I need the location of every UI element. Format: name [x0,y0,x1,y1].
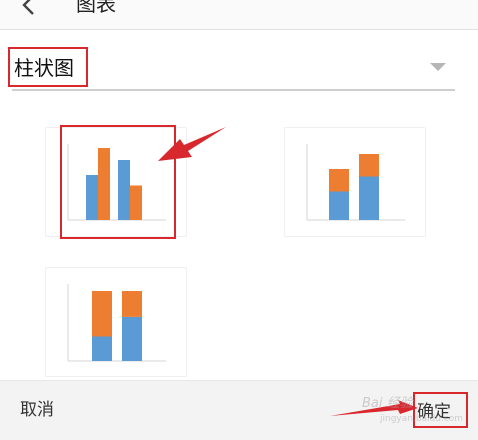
annotation-highlight-select [8,47,88,87]
chevron-left-icon[interactable] [14,0,44,20]
page-title: 图表 [76,0,116,16]
bar-c2-s2 [359,154,379,177]
bar-c1-s2 [329,169,349,192]
percent-stacked-bar-chart [67,284,166,362]
stacked-bar-chart [306,144,405,221]
watermark-text: Bai 经验 [362,396,413,411]
select-underline [12,89,455,91]
header-bar: 图表 [0,0,478,30]
bar-c2-s1 [359,176,379,220]
cancel-button[interactable]: 取消 [20,397,54,423]
bar-c1-s1 [92,336,112,361]
bar-c2-s2 [122,291,142,317]
bar-c1-s2 [92,291,112,337]
bar-c1-s1 [329,191,349,220]
chart-option-stacked-bar[interactable] [284,127,426,237]
caret-down-icon[interactable] [430,63,446,71]
bar-c2-s1 [122,316,142,361]
watermark-subtext: jingyan.baidu.com [380,414,464,424]
chart-option-percent-stacked-bar[interactable] [45,267,187,377]
annotation-arrow-icon [158,127,226,161]
